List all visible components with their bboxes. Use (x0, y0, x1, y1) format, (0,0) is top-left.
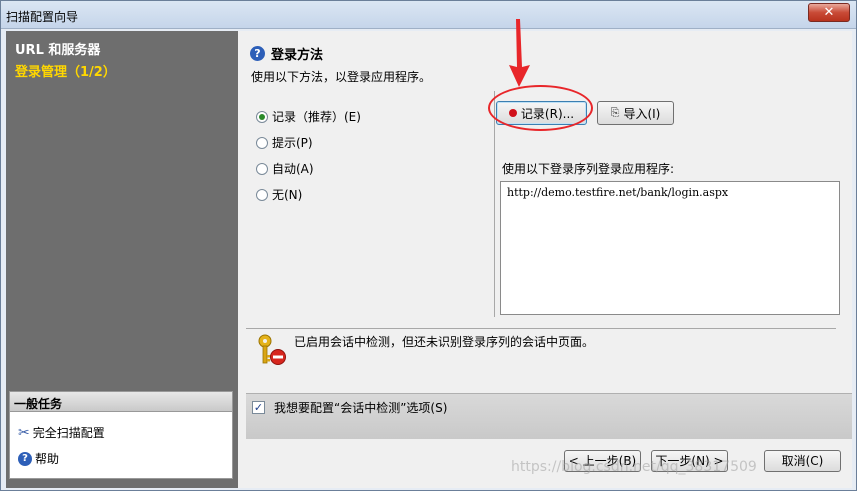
sequence-label: 使用以下登录序列登录应用程序: (502, 162, 675, 176)
radio-button[interactable] (256, 162, 268, 175)
left-pane: URL 和服务器 登录管理（1/2） 一般任务 ✂ 完全扫描配置 ? 帮助 (6, 31, 238, 488)
login-sequence-list[interactable]: http://demo.testfire.net/bank/login.aspx (500, 181, 840, 315)
radio-button[interactable] (256, 110, 268, 123)
section-title: ? 登录方法 (250, 44, 323, 63)
tasks-header: 一般任务 (10, 392, 232, 412)
radio-none[interactable]: 无(N) (256, 186, 302, 203)
section-title-text: 登录方法 (271, 48, 324, 63)
radio-record[interactable]: 记录（推荐）(E) (256, 108, 361, 125)
session-detection-checkbox[interactable]: ✓ (252, 401, 265, 414)
tools-icon: ✂ (18, 424, 30, 441)
help-icon: ? (18, 451, 32, 466)
radio-label: 无(N) (272, 188, 303, 202)
import-button-label: 导入(I) (623, 106, 661, 121)
radio-button[interactable] (256, 188, 268, 201)
cancel-button[interactable]: 取消(C) (764, 450, 841, 472)
radio-button[interactable] (256, 136, 268, 149)
radio-label: 记录（推荐）(E) (272, 110, 361, 124)
wizard-client: URL 和服务器 登录管理（1/2） 一般任务 ✂ 完全扫描配置 ? 帮助 ? … (6, 31, 852, 488)
annotation-circle (488, 85, 593, 131)
annotation-arrow-icon (509, 19, 530, 87)
task-full-scan-config[interactable]: ✂ 完全扫描配置 (18, 424, 105, 441)
sequence-url[interactable]: http://demo.testfire.net/bank/login.aspx (507, 186, 833, 199)
task-label: 完全扫描配置 (32, 426, 105, 440)
left-heading: URL 和服务器 (15, 43, 101, 58)
import-icon: ⎘ (610, 106, 620, 119)
key-warning-icon (258, 334, 286, 365)
vertical-divider (494, 91, 495, 317)
step-label: 登录管理（1/2） (15, 65, 116, 80)
radio-auto[interactable]: 自动(A) (256, 160, 314, 177)
session-detection-message: 已启用会话中检测，但还未识别登录序列的会话中页面。 (294, 335, 595, 349)
section-description: 使用以下方法，以登录应用程序。 (251, 70, 432, 84)
checkbox-label[interactable]: 我想要配置“会话中检测”选项(S) (274, 399, 447, 416)
title-bar[interactable]: 扫描配置向导 ✕ (1, 1, 856, 29)
horizontal-divider (246, 328, 836, 329)
wizard-window: 扫描配置向导 ✕ URL 和服务器 登录管理（1/2） 一般任务 ✂ 完全扫描配… (0, 0, 857, 491)
general-tasks-panel: 一般任务 ✂ 完全扫描配置 ? 帮助 (9, 391, 233, 479)
radio-label: 自动(A) (272, 162, 314, 176)
import-button[interactable]: ⎘ 导入(I) (597, 101, 674, 125)
close-button[interactable]: ✕ (808, 3, 850, 22)
radio-label: 提示(P) (272, 136, 313, 150)
watermark: https://blog.csdn.net/qq_38317509 (511, 459, 757, 475)
radio-prompt[interactable]: 提示(P) (256, 134, 313, 151)
question-icon: ? (250, 46, 265, 61)
task-label: 帮助 (35, 452, 60, 466)
window-title: 扫描配置向导 (6, 10, 79, 24)
task-help[interactable]: ? 帮助 (18, 450, 59, 467)
session-option-bar: ✓ 我想要配置“会话中检测”选项(S) (246, 393, 852, 439)
